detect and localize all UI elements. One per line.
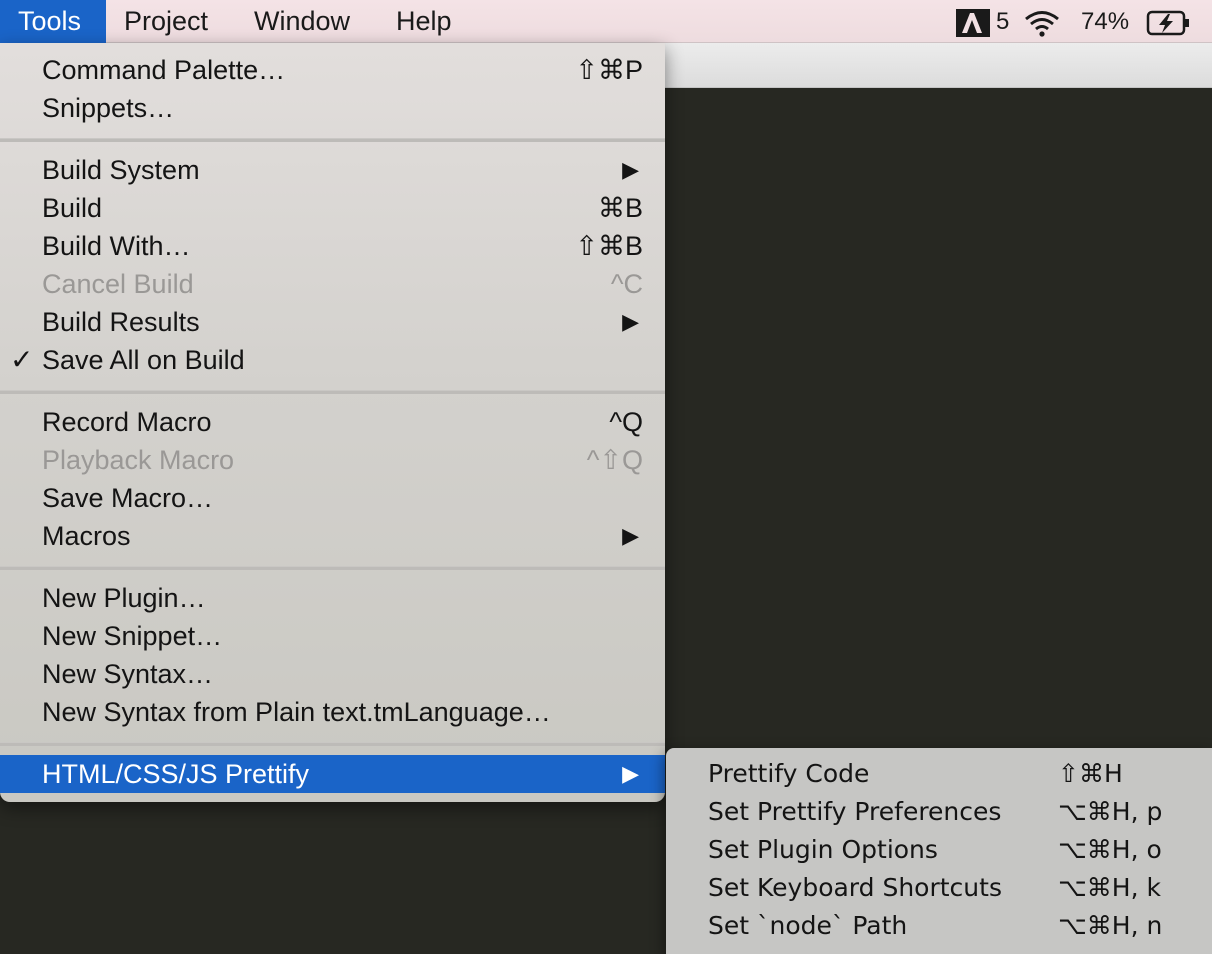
menu-item-label: Save Macro… [42,483,214,513]
menu-item-label: New Plugin… [42,583,206,613]
menu-separator [0,566,665,570]
menu-item-label: New Syntax… [42,659,214,689]
menu-item-label: Snippets… [42,93,175,123]
tools-menu: Command Palette… ⇧⌘P Snippets… Build Sys… [0,43,665,802]
menu-tools[interactable]: Tools [0,0,106,43]
prettify-submenu: Prettify Code ⇧⌘H Set Prettify Preferenc… [666,748,1212,954]
menu-item-shortcut: ⇧⌘P [575,55,643,85]
submenu-item-set-keyboard-shortcuts[interactable]: Set Keyboard Shortcuts ⌥⌘H, k [666,869,1212,907]
menu-item-label: New Syntax from Plain text.tmLanguage… [42,697,551,727]
menu-item-save-macro[interactable]: Save Macro… [0,479,665,517]
menu-item-new-syntax-from-plain-text[interactable]: New Syntax from Plain text.tmLanguage… [0,693,665,731]
menu-bar: Tools Project Window Help 5 74% [0,0,1212,43]
submenu-arrow-icon: ▶ [622,523,639,548]
menu-separator [0,390,665,394]
submenu-item-prettify-code[interactable]: Prettify Code ⇧⌘H [666,755,1212,793]
menu-item-record-macro[interactable]: Record Macro ^Q [0,403,665,441]
menu-item-label: Macros [42,521,131,551]
menu-item-shortcut: ⌥⌘H, n [1058,911,1163,940]
submenu-item-set-prettify-preferences[interactable]: Set Prettify Preferences ⌥⌘H, p [666,793,1212,831]
menu-item-save-all-on-build[interactable]: ✓ Save All on Build [0,341,665,379]
menu-item-snippets[interactable]: Snippets… [0,89,665,127]
menu-item-shortcut: ⇧⌘B [575,231,643,261]
menu-item-shortcut: ^Q [609,407,643,437]
menu-item-label: HTML/CSS/JS Prettify [42,759,310,789]
menu-item-build-system[interactable]: Build System ▶ [0,151,665,189]
submenu-item-set-node-path[interactable]: Set `node` Path ⌥⌘H, n [666,907,1212,945]
menu-item-label: Set `node` Path [708,911,908,940]
menu-item-macros[interactable]: Macros ▶ [0,517,665,555]
menu-item-label: Build With… [42,231,191,261]
menu-item-new-plugin[interactable]: New Plugin… [0,579,665,617]
menu-item-label: Save All on Build [42,345,245,375]
menu-item-label: Build [42,193,103,223]
menu-separator [0,138,665,142]
menu-item-new-syntax[interactable]: New Syntax… [0,655,665,693]
menu-item-shortcut: ⌥⌘H, p [1058,797,1163,826]
menu-item-label: Cancel Build [42,269,194,299]
menu-item-label: Set Plugin Options [708,835,938,864]
battery-charging-icon[interactable] [1146,0,1192,43]
menu-project[interactable]: Project [106,0,226,43]
menu-item-shortcut: ⌘B [597,193,643,223]
menu-item-build-results[interactable]: Build Results ▶ [0,303,665,341]
adobe-badge: 5 [996,8,1010,35]
menu-item-html-css-js-prettify[interactable]: HTML/CSS/JS Prettify ▶ [0,755,665,793]
menu-item-playback-macro: Playback Macro ^⇧Q [0,441,665,479]
submenu-arrow-icon: ▶ [622,761,639,786]
menu-item-new-snippet[interactable]: New Snippet… [0,617,665,655]
menu-item-label: Build Results [42,307,200,337]
menu-item-shortcut: ^⇧Q [586,445,643,475]
menu-help[interactable]: Help [378,0,470,43]
menu-item-shortcut: ⌥⌘H, k [1058,873,1161,902]
menu-item-label: Playback Macro [42,445,235,475]
menu-item-label: New Snippet… [42,621,223,651]
menu-item-label: Set Keyboard Shortcuts [708,873,1002,902]
adobe-icon[interactable] [956,0,990,43]
menu-separator [0,742,665,746]
menu-window[interactable]: Window [236,0,368,43]
battery-percent[interactable]: 74% [1081,0,1129,43]
menu-item-command-palette[interactable]: Command Palette… ⇧⌘P [0,51,665,89]
menu-item-cancel-build: Cancel Build ^C [0,265,665,303]
menu-item-shortcut: ⇧⌘H [1058,759,1123,788]
submenu-arrow-icon: ▶ [622,157,639,182]
submenu-item-set-plugin-options[interactable]: Set Plugin Options ⌥⌘H, o [666,831,1212,869]
submenu-arrow-icon: ▶ [622,309,639,334]
menu-item-label: Record Macro [42,407,212,437]
menu-item-shortcut: ^C [610,269,643,299]
menu-item-shortcut: ⌥⌘H, o [1058,835,1162,864]
menu-item-build-with[interactable]: Build With… ⇧⌘B [0,227,665,265]
checkmark-icon: ✓ [10,344,34,375]
menu-item-label: Build System [42,155,200,185]
wifi-icon[interactable] [1022,0,1062,43]
menu-item-label: Command Palette… [42,55,286,85]
menu-item-build[interactable]: Build ⌘B [0,189,665,227]
menu-item-label: Set Prettify Preferences [708,797,1002,826]
menu-item-label: Prettify Code [708,759,870,788]
